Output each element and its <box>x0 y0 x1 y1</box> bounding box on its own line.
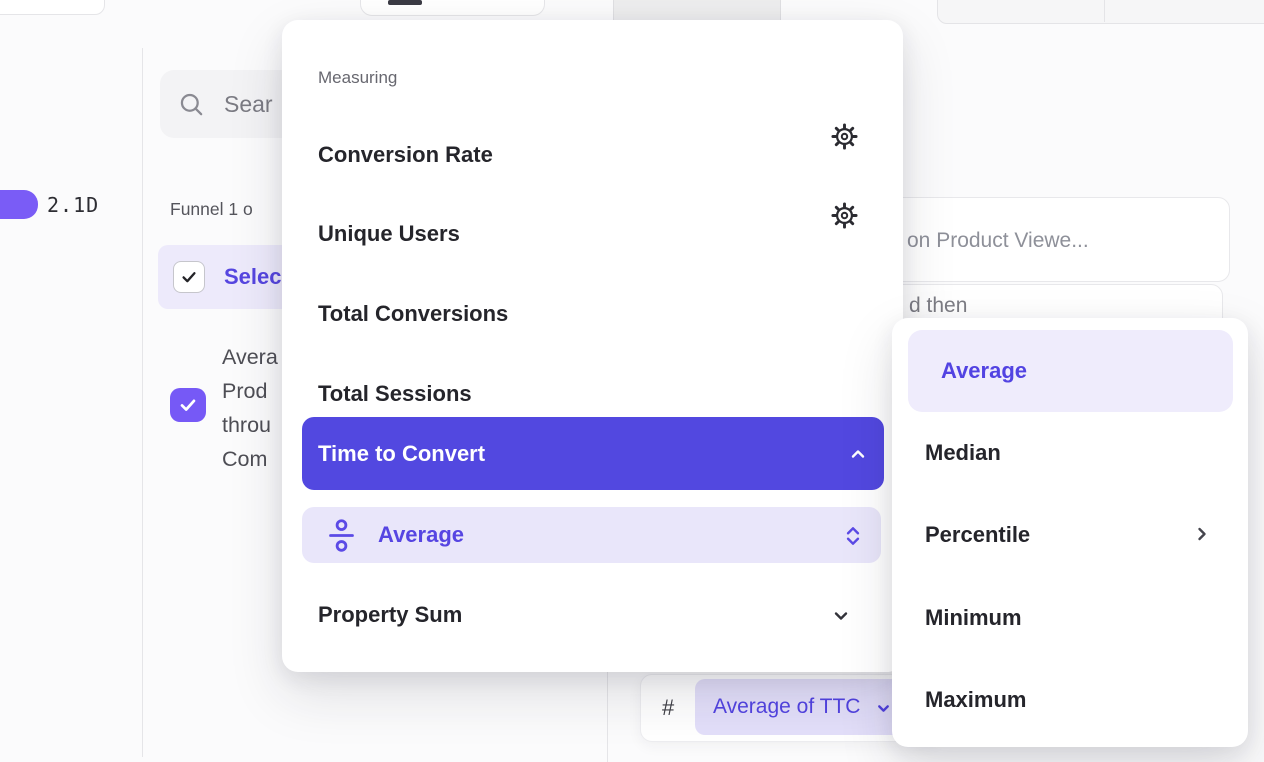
step-checkbox-checked[interactable] <box>173 261 205 293</box>
average-label: Average <box>941 330 1027 412</box>
top-left-card <box>0 0 105 15</box>
gear-icon[interactable] <box>831 123 858 155</box>
ttc-aggregation-select[interactable]: Average <box>302 507 881 563</box>
average-of-ttc-dropdown[interactable]: Average of TTC <box>695 679 910 735</box>
selected-step-row[interactable]: Selec <box>158 245 292 309</box>
top-toolbar-button[interactable] <box>360 0 545 16</box>
menu-item-total-conversions[interactable]: Total Conversions <box>318 301 508 327</box>
menu-item-percentile[interactable]: Percentile <box>925 522 1030 548</box>
menu-item-time-to-convert-selected[interactable]: Time to Convert <box>302 417 884 490</box>
step-description-text: Avera Prod throu Com <box>222 340 284 476</box>
event-selector-card[interactable]: on Product Viewe... <box>858 197 1230 282</box>
app-canvas: Sear 2.1D Funnel 1 o Selec Avera Prod th… <box>0 0 1264 762</box>
and-then-text: d then <box>909 294 967 318</box>
toolbar-button-icon <box>388 0 422 5</box>
menu-item-unique-users[interactable]: Unique Users <box>318 221 460 247</box>
measuring-menu-title: Measuring <box>318 68 397 88</box>
numeric-type-prefix: # <box>662 675 674 741</box>
event-selector-text: on Product Viewe... <box>907 198 1227 283</box>
menu-item-minimum[interactable]: Minimum <box>925 605 1022 631</box>
chevron-updown-icon <box>844 525 862 552</box>
menu-item-median[interactable]: Median <box>925 440 1001 466</box>
average-of-ttc-label: Average of TTC <box>713 679 860 735</box>
chevron-down-icon <box>831 606 851 631</box>
ttc-aggregation-value: Average <box>378 507 464 563</box>
conversion-time-badge <box>0 190 38 219</box>
funnel-step-heading: Funnel 1 o <box>170 199 283 220</box>
table-column-divider <box>1104 0 1105 22</box>
divide-icon <box>328 518 355 558</box>
aggregation-menu: Average Median Percentile Minimum Maximu… <box>892 318 1248 747</box>
step-checkbox-purple[interactable] <box>170 388 206 422</box>
time-to-convert-label: Time to Convert <box>318 417 485 490</box>
conversion-time-value: 2.1D <box>47 191 99 219</box>
chevron-right-icon <box>1192 524 1212 549</box>
left-column-divider <box>142 48 143 757</box>
gear-icon[interactable] <box>831 202 858 234</box>
menu-item-conversion-rate[interactable]: Conversion Rate <box>318 142 493 168</box>
top-right-table-header <box>937 0 1264 24</box>
menu-item-total-sessions[interactable]: Total Sessions <box>318 381 472 407</box>
chevron-down-icon <box>875 700 892 722</box>
menu-item-maximum[interactable]: Maximum <box>925 687 1026 713</box>
menu-item-average-selected[interactable]: Average <box>908 330 1233 412</box>
search-icon <box>178 91 205 123</box>
chevron-up-icon <box>848 444 868 469</box>
menu-item-property-sum[interactable]: Property Sum <box>318 602 462 628</box>
measuring-menu: Measuring Conversion Rate Unique Users <box>282 20 903 672</box>
